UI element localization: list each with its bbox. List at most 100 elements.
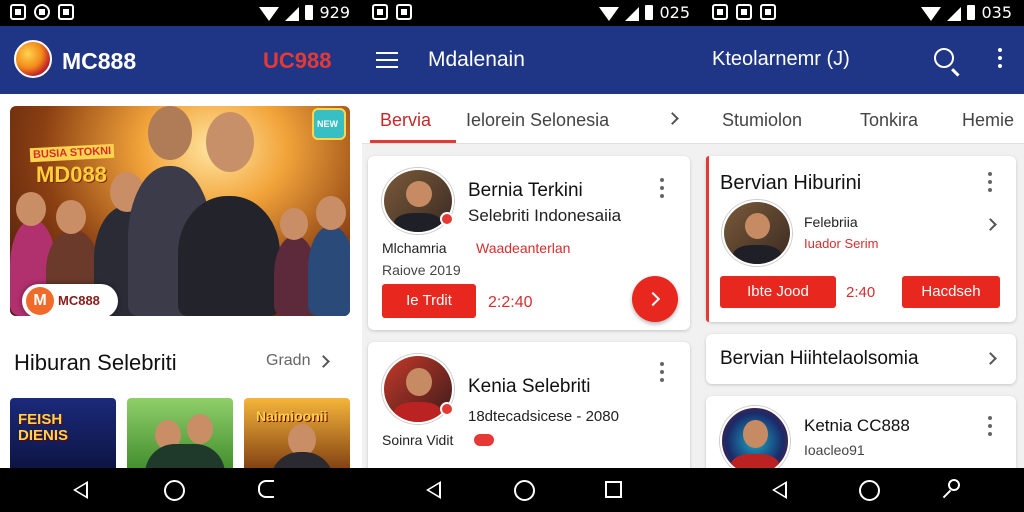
- list-row[interactable]: Bervian Hiihtelaolsomia: [706, 334, 1016, 384]
- panel-news: 025 Mdalenain Bervia Ielorein Selonesia …: [362, 0, 702, 512]
- gallery-icon: [372, 4, 388, 20]
- chevron-right-icon[interactable]: [984, 218, 997, 231]
- author-name: Mlchamria: [382, 240, 447, 256]
- card-meta: 18dtecadsicese - 2080: [468, 408, 619, 425]
- more-options-icon[interactable]: [988, 416, 992, 436]
- clock: 929: [319, 3, 350, 22]
- card-title: Bervian Hiburini: [720, 172, 862, 194]
- feature-card[interactable]: Bervian Hiburini Felebriia Iuador Serim …: [706, 156, 1016, 322]
- action-button[interactable]: Hacdseh: [902, 276, 1000, 308]
- system-nav-bar: [702, 468, 1024, 512]
- card-line: Felebriia: [804, 214, 858, 230]
- settings-icon: [712, 4, 728, 20]
- status-bar: 025: [362, 0, 702, 26]
- battery-icon: [967, 5, 976, 20]
- thumbnail-card[interactable]: FEISH DIENIS: [10, 398, 116, 474]
- app-bar: Mdalenain: [362, 26, 702, 94]
- card-title: Ketnia CC888: [804, 416, 910, 435]
- news-card[interactable]: Kenia Selebriti 18dtecadsicese - 2080 So…: [368, 342, 690, 482]
- home-icon[interactable]: [164, 480, 185, 501]
- row-title: Bervian Hiihtelaolsomia: [720, 348, 919, 369]
- clock: 025: [659, 3, 690, 22]
- status-bar: 035: [702, 0, 1024, 26]
- thumb-person: [187, 414, 213, 444]
- live-dot-icon: [440, 402, 454, 416]
- image-icon: [396, 4, 412, 20]
- card-accent: [706, 156, 709, 322]
- tab-bar: Bervia Ielorein Selonesia: [362, 94, 702, 144]
- refresh-icon[interactable]: [258, 480, 274, 498]
- card-tag[interactable]: Iuador Serim: [804, 236, 878, 251]
- chevron-right-icon[interactable]: [984, 352, 997, 365]
- home-icon[interactable]: [859, 480, 880, 501]
- gallery-icon: [58, 4, 74, 20]
- more-options-icon[interactable]: [660, 178, 664, 198]
- back-icon[interactable]: [426, 481, 441, 499]
- tab-stumiolon[interactable]: Stumiolon: [722, 110, 802, 131]
- tab-selonesia[interactable]: Ielorein Selonesia: [466, 110, 609, 131]
- avatar: [722, 200, 792, 266]
- thumbnail-title: Naimioonii: [256, 408, 328, 424]
- signal-icon: [947, 6, 962, 21]
- arrow-right-button[interactable]: [632, 276, 678, 322]
- card-title: Kenia Selebriti: [468, 376, 591, 397]
- card-title: Bernia Terkini: [468, 180, 583, 201]
- back-icon[interactable]: [772, 481, 787, 499]
- clock: 035: [981, 3, 1012, 22]
- back-icon[interactable]: [73, 481, 88, 499]
- signal-icon: [625, 6, 640, 21]
- hero-banner[interactable]: BUSIA STOKNI MD088 M MC888: [10, 106, 350, 316]
- notification-icon: [10, 4, 26, 20]
- post-date: Raiove 2019: [382, 262, 461, 278]
- read-button[interactable]: Ie Trdit: [382, 284, 476, 318]
- hero-logo-text: MC888: [58, 293, 100, 308]
- tab-hemie[interactable]: Hemie: [962, 110, 1014, 131]
- chevron-right-icon[interactable]: [666, 112, 679, 125]
- panel-entertainment: 035 Kteolarnemr (J) Stumiolon Tonkira He…: [702, 0, 1024, 512]
- app-bar-title: Kteolarnemr (J): [712, 48, 850, 70]
- menu-icon[interactable]: [376, 52, 398, 68]
- sync-icon: [34, 4, 50, 20]
- network-icon: [760, 4, 776, 20]
- status-bar: 929: [0, 0, 362, 26]
- news-card[interactable]: Bernia Terkini Selebriti Indonesaiia Mlc…: [368, 156, 690, 330]
- battery-icon: [645, 5, 654, 20]
- tab-bar: Stumiolon Tonkira Hemie: [702, 94, 1024, 144]
- chevron-right-icon[interactable]: [317, 355, 330, 368]
- thumbnail-card[interactable]: [127, 398, 233, 474]
- brand-title: MC888: [62, 48, 137, 74]
- tab-bervia[interactable]: Bervia: [380, 110, 431, 131]
- more-options-icon[interactable]: [998, 48, 1002, 70]
- action-button[interactable]: Ibte Jood: [720, 276, 836, 308]
- home-icon[interactable]: [514, 480, 535, 501]
- hero-tagline: BUSIA STOKNI: [29, 143, 115, 163]
- system-nav-bar: [362, 468, 702, 512]
- app-logo[interactable]: [14, 40, 52, 78]
- tab-tonkira[interactable]: Tonkira: [860, 110, 918, 131]
- see-more-link[interactable]: Gradn: [266, 352, 310, 370]
- assistant-icon[interactable]: [948, 479, 960, 491]
- system-nav-bar: [0, 468, 362, 512]
- data-icon: [736, 4, 752, 20]
- recent-apps-icon[interactable]: [605, 481, 622, 498]
- thumbnail-card[interactable]: Naimioonii: [244, 398, 350, 474]
- search-icon[interactable]: [934, 48, 954, 68]
- panel-home: 929 MC888 UC988 BUSIA STOKNI MD088 M MC8…: [0, 0, 362, 512]
- brand-secondary[interactable]: UC988: [263, 48, 331, 74]
- author-name: Soinra Vidit: [382, 432, 454, 448]
- hero-title: MD088: [36, 162, 107, 187]
- status-pill-icon: [474, 434, 494, 446]
- more-options-icon[interactable]: [988, 172, 992, 192]
- category-tag[interactable]: Waadeanterlan: [476, 240, 570, 256]
- live-dot-icon: [440, 212, 454, 226]
- app-bar: Kteolarnemr (J): [702, 26, 1024, 94]
- hero-person: [308, 196, 350, 316]
- hero-logo-badge: M MC888: [22, 284, 118, 316]
- more-options-icon[interactable]: [660, 362, 664, 382]
- new-badge: [312, 108, 346, 140]
- battery-icon: [305, 5, 314, 20]
- thumbnail-title: FEISH DIENIS: [18, 411, 69, 444]
- active-tab-indicator: [370, 140, 456, 143]
- section-title: Hiburan Selebriti: [14, 350, 177, 375]
- view-count: 2:40: [846, 284, 876, 301]
